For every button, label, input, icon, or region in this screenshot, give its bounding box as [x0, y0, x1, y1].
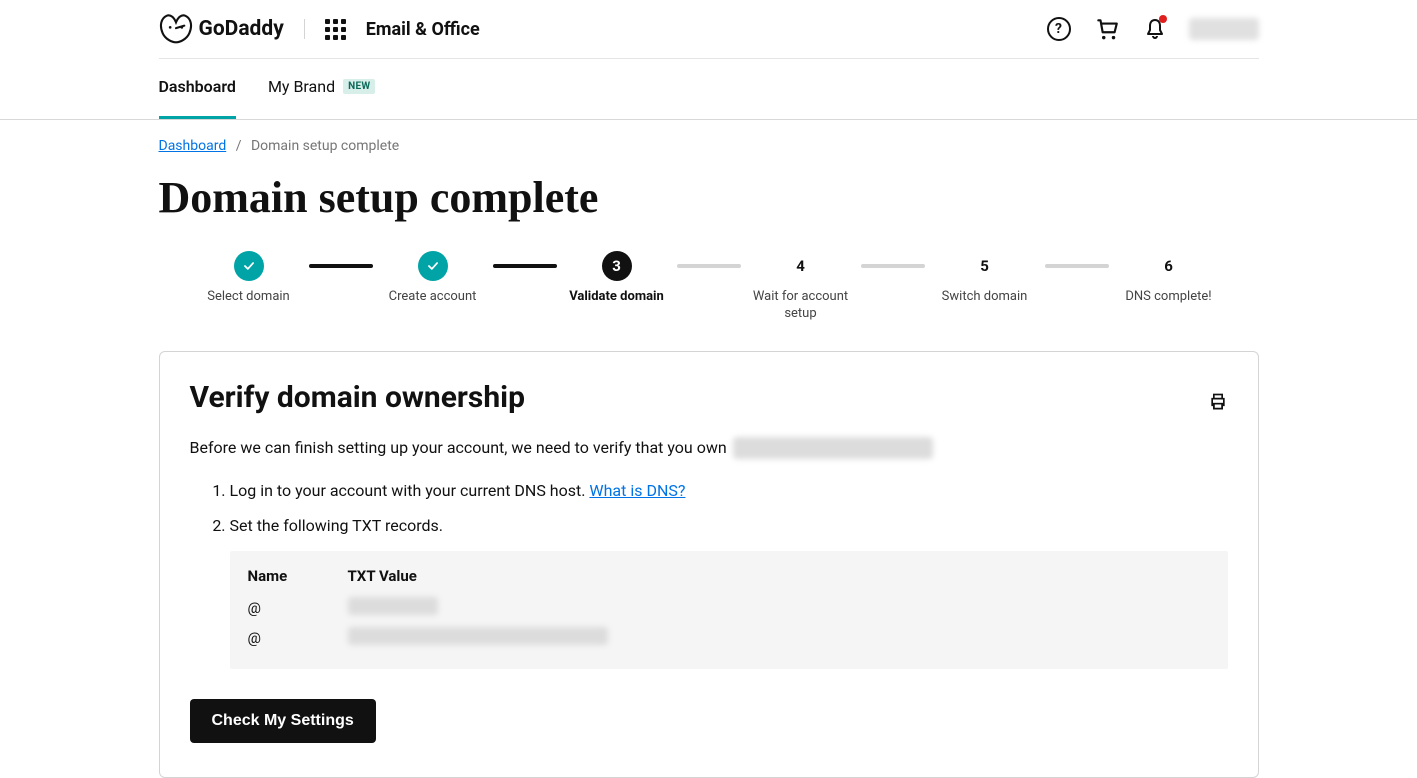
- tab-my-brand[interactable]: My Brand NEW: [268, 77, 376, 119]
- wizard-steps: Select domain Create account 3 Validate …: [159, 251, 1259, 323]
- step-number: 6: [1164, 251, 1173, 281]
- header-left: GoDaddy Email & Office: [159, 14, 480, 44]
- breadcrumb-separator: /: [236, 138, 242, 154]
- step-connector: [677, 264, 741, 268]
- txt-name-cell: @: [248, 629, 348, 647]
- page-title: Domain setup complete: [159, 172, 1259, 223]
- redacted-txt-value: [348, 597, 438, 615]
- top-header: GoDaddy Email & Office ?: [159, 0, 1259, 58]
- user-menu[interactable]: [1189, 18, 1259, 40]
- tab-dashboard[interactable]: Dashboard: [159, 77, 236, 119]
- step-number: 3: [602, 251, 632, 281]
- desc-text: Before we can finish setting up your acc…: [190, 438, 727, 457]
- header-right: ?: [1045, 15, 1259, 43]
- print-button[interactable]: [1208, 392, 1228, 416]
- card-description: Before we can finish setting up your acc…: [190, 437, 1228, 459]
- step-dns-complete: 6 DNS complete!: [1109, 251, 1229, 306]
- step-connector: [309, 264, 373, 268]
- logo-text: GoDaddy: [199, 17, 284, 41]
- instruction-text: Log in to your account with your current…: [230, 481, 586, 500]
- what-is-dns-link[interactable]: What is DNS?: [589, 481, 685, 500]
- tab-label: My Brand: [268, 77, 335, 96]
- table-row: @: [248, 623, 1210, 653]
- card-header: Verify domain ownership: [190, 380, 1228, 437]
- check-icon: [418, 251, 448, 281]
- breadcrumb: Dashboard / Domain setup complete: [159, 120, 1259, 166]
- step-label: DNS complete!: [1125, 289, 1211, 306]
- check-settings-button[interactable]: Check My Settings: [190, 699, 376, 743]
- nav-tabs: Dashboard My Brand NEW: [159, 59, 1259, 119]
- help-icon: ?: [1047, 17, 1071, 41]
- step-select-domain: Select domain: [189, 251, 309, 306]
- step-label: Validate domain: [569, 289, 664, 306]
- app-switcher-icon[interactable]: [325, 19, 346, 40]
- cart-button[interactable]: [1093, 15, 1121, 43]
- table-row: @: [248, 593, 1210, 623]
- col-value-header: TXT Value: [348, 567, 1210, 585]
- help-button[interactable]: ?: [1045, 15, 1073, 43]
- redacted-txt-value: [348, 627, 608, 645]
- txt-value-cell: [348, 597, 1210, 619]
- instruction-text: Set the following TXT records.: [230, 516, 443, 535]
- col-name-header: Name: [248, 567, 348, 585]
- list-item: Set the following TXT records.: [230, 516, 1228, 535]
- instruction-list: Log in to your account with your current…: [190, 481, 1228, 535]
- notification-dot-icon: [1159, 15, 1167, 23]
- product-name: Email & Office: [366, 19, 480, 40]
- print-icon: [1208, 392, 1228, 412]
- step-wait-account: 4 Wait for account setup: [741, 251, 861, 323]
- step-number: 5: [980, 251, 989, 281]
- breadcrumb-root-link[interactable]: Dashboard: [159, 138, 227, 154]
- tab-label: Dashboard: [159, 77, 236, 96]
- step-connector: [493, 264, 557, 268]
- table-header: Name TXT Value: [248, 567, 1210, 585]
- new-badge: NEW: [343, 79, 375, 94]
- verify-card: Verify domain ownership Before we can fi…: [159, 351, 1259, 778]
- txt-value-cell: [348, 627, 1210, 649]
- divider: [304, 19, 305, 39]
- list-item: Log in to your account with your current…: [230, 481, 1228, 500]
- redacted-domain: [733, 437, 933, 459]
- txt-records-table: Name TXT Value @ @: [230, 551, 1228, 669]
- step-number: 4: [796, 251, 805, 281]
- card-title: Verify domain ownership: [190, 380, 525, 415]
- step-connector: [1045, 264, 1109, 268]
- step-connector: [861, 264, 925, 268]
- godaddy-logo-icon: [159, 14, 193, 44]
- step-create-account: Create account: [373, 251, 493, 306]
- logo[interactable]: GoDaddy: [159, 14, 284, 44]
- step-label: Wait for account setup: [741, 289, 861, 323]
- notifications-button[interactable]: [1141, 15, 1169, 43]
- step-switch-domain: 5 Switch domain: [925, 251, 1045, 306]
- step-validate-domain: 3 Validate domain: [557, 251, 677, 306]
- step-label: Create account: [389, 289, 477, 306]
- breadcrumb-current: Domain setup complete: [251, 138, 399, 154]
- cart-icon: [1094, 16, 1120, 42]
- txt-name-cell: @: [248, 599, 348, 617]
- check-icon: [234, 251, 264, 281]
- step-label: Select domain: [207, 289, 290, 306]
- step-label: Switch domain: [942, 289, 1028, 306]
